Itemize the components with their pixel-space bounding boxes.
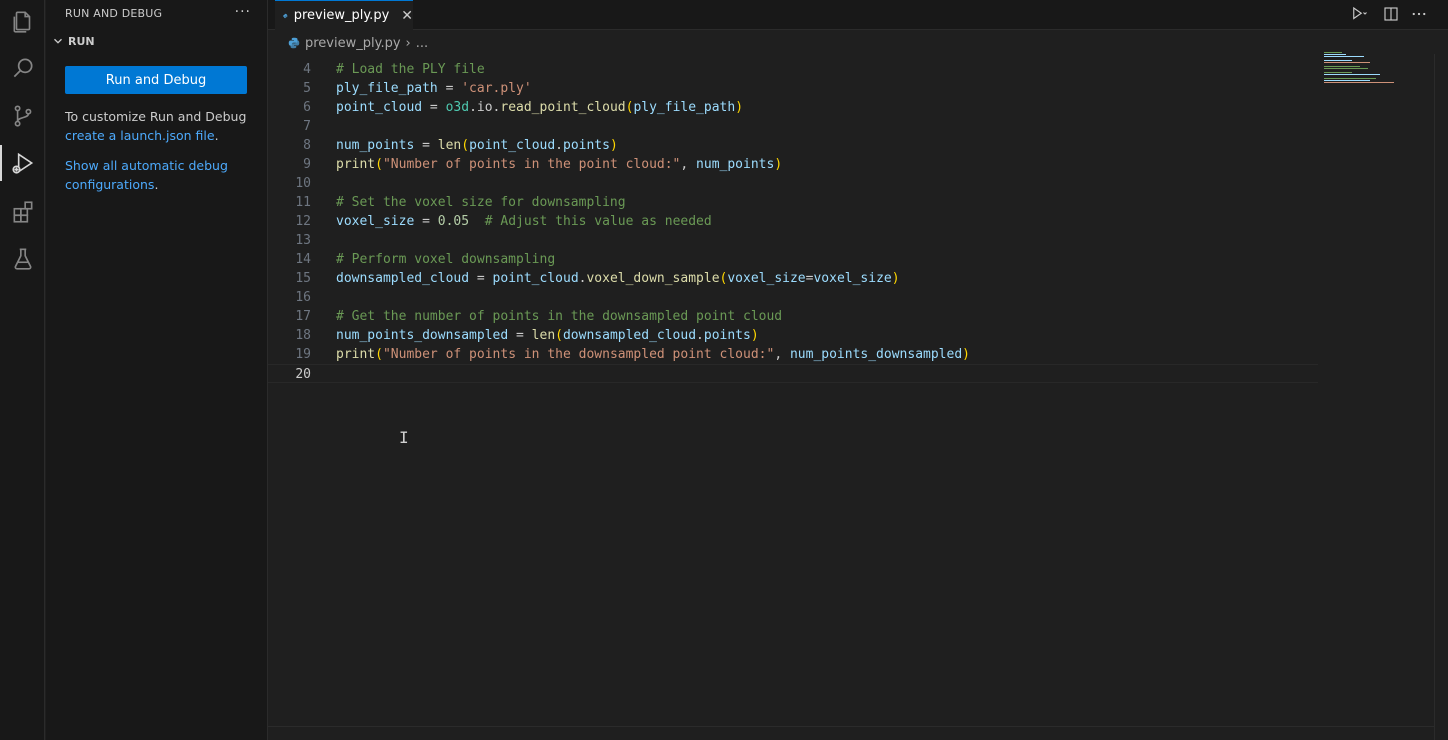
code-line: 6 point_cloud = o3d.io.read_point_cloud(p… <box>268 98 1328 117</box>
run-debug-icon[interactable] <box>0 141 45 185</box>
run-and-debug-button[interactable]: Run and Debug <box>65 66 247 94</box>
code-line: 10 <box>268 174 1328 193</box>
more-actions-icon[interactable] <box>1410 5 1428 23</box>
customize-text-block: To customize Run and Debug create a laun… <box>65 107 255 145</box>
code-line: 7 <box>268 117 1328 136</box>
code-line: 8 num_points = len(point_cloud.points) <box>268 136 1328 155</box>
python-file-icon <box>288 37 300 49</box>
minimap[interactable] <box>1322 50 1412 100</box>
code-line: 16 <box>268 288 1328 307</box>
breadcrumb: preview_ply.py › ... <box>288 32 428 54</box>
customize-text: To customize Run and Debug <box>65 109 247 124</box>
line-number: 5 <box>303 81 311 96</box>
chevron-down-icon <box>54 38 62 44</box>
split-editor-icon[interactable] <box>1382 5 1400 23</box>
vertical-scrollbar[interactable] <box>1434 54 1448 740</box>
breadcrumb-symbols[interactable]: ... <box>416 36 428 51</box>
search-icon[interactable] <box>0 46 45 90</box>
code-line: 19 print("Number of points in the downsam… <box>268 345 1328 364</box>
testing-icon[interactable] <box>0 237 45 281</box>
extensions-icon[interactable] <box>0 190 45 234</box>
code-line: 13 <box>268 231 1328 250</box>
line-number: 10 <box>295 176 311 191</box>
show-automatic-debug-link-cont[interactable]: configurations <box>65 177 154 192</box>
line-number: 7 <box>303 119 311 134</box>
line-number: 4 <box>303 62 311 77</box>
line-number: 12 <box>295 214 311 229</box>
code-line: 15 downsampled_cloud = point_cloud.voxel_… <box>268 269 1328 288</box>
run-debug-sidebar: RUN AND DEBUG ··· RUN Run and Debug To c… <box>46 0 268 740</box>
launch-suffix: . <box>214 128 219 143</box>
line-number: 17 <box>295 309 311 324</box>
line-number: 19 <box>295 347 311 362</box>
explorer-icon[interactable] <box>0 0 45 44</box>
line-number: 14 <box>295 252 311 267</box>
line-number: 16 <box>295 290 311 305</box>
sidebar-title: RUN AND DEBUG <box>65 7 163 20</box>
python-file-icon <box>283 13 288 18</box>
create-launch-json-link[interactable]: create a launch.json file <box>65 128 215 143</box>
line-number: 18 <box>295 328 311 343</box>
line-number: 13 <box>295 233 311 248</box>
line-number: 9 <box>303 157 311 172</box>
editor-area: preview_ply.py ✕ preview_ply.py › ... 4 #… <box>268 0 1448 740</box>
tab-bar: preview_ply.py ✕ <box>268 0 1448 30</box>
close-icon[interactable]: ✕ <box>401 8 413 24</box>
run-section-header[interactable]: RUN <box>51 34 95 48</box>
code-line: 11 # Set the voxel size for downsampling <box>268 193 1328 212</box>
code-line: 14 # Perform voxel downsampling <box>268 250 1328 269</box>
text-cursor-icon: I <box>399 428 409 447</box>
more-actions-icon[interactable]: ··· <box>235 4 251 20</box>
code-editor[interactable]: 4 # Load the PLY file 5 ply_file_path = 'c… <box>268 60 1328 383</box>
line-number: 8 <box>303 138 311 153</box>
code-line: 9 print("Number of points in the point cl… <box>268 155 1328 174</box>
editor-actions <box>1346 5 1428 23</box>
line-number: 20 <box>295 367 311 382</box>
tab-preview-ply[interactable]: preview_ply.py ✕ <box>275 0 413 30</box>
automatic-debug-text-block: Show all automatic debug configurations. <box>65 156 255 194</box>
activity-bar <box>0 0 45 740</box>
code-line: 12 voxel_size = 0.05 # Adjust this value … <box>268 212 1328 231</box>
breadcrumb-separator: › <box>405 35 411 51</box>
source-control-icon[interactable] <box>0 94 45 138</box>
code-line-current: 20 <box>268 364 1318 383</box>
line-number: 15 <box>295 271 311 286</box>
show-suffix: . <box>154 177 159 192</box>
show-automatic-debug-link[interactable]: Show all automatic debug <box>65 158 228 173</box>
line-number: 6 <box>303 100 311 115</box>
run-python-icon[interactable] <box>1346 5 1372 23</box>
code-line: 4 # Load the PLY file <box>268 60 1328 79</box>
section-title: RUN <box>68 34 95 48</box>
code-line: 18 num_points_downsampled = len(downsampl… <box>268 326 1328 345</box>
breadcrumb-file[interactable]: preview_ply.py <box>305 36 401 51</box>
code-line: 17 # Get the number of points in the down… <box>268 307 1328 326</box>
horizontal-scrollbar[interactable] <box>268 726 1434 727</box>
line-number: 11 <box>295 195 311 210</box>
tab-label: preview_ply.py <box>293 8 390 23</box>
code-line: 5 ply_file_path = 'car.ply' <box>268 79 1328 98</box>
